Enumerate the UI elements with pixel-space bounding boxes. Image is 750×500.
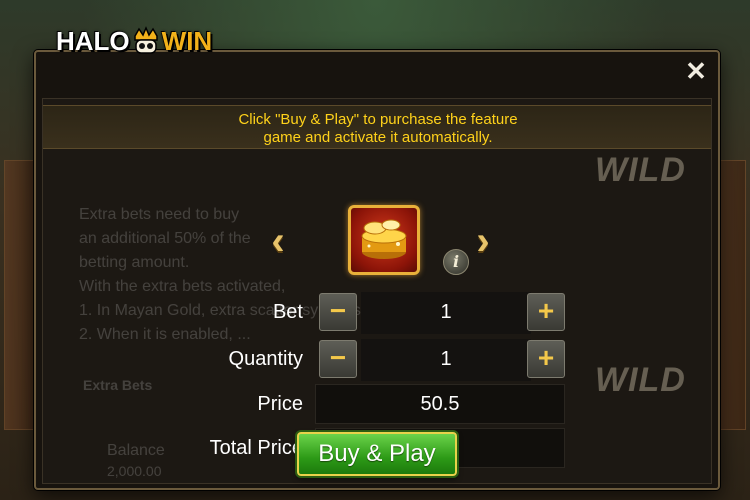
quantity-plus-button[interactable]: + [527,340,565,378]
bg-line-4: With the extra bets activated, [79,278,286,295]
total-price-label: Total Price [209,437,303,459]
next-feature-arrow[interactable]: › [473,221,493,261]
dialog-body: Extra bets need to buy an additional 50%… [42,98,712,484]
gold-coins-icon [361,219,407,259]
buy-feature-dialog: ✕ Extra bets need to buy an additional 5… [34,50,720,490]
logo-halo-text: HALO [56,25,130,56]
bet-value: 1 [361,292,531,334]
bet-plus-button[interactable]: + [527,293,565,331]
price-label: Price [257,393,303,415]
bg-balance-value: 2,000.00 [107,463,162,479]
buy-and-play-button[interactable]: Buy & Play [297,432,457,476]
bg-line-6: 2. When it is enabled, ... [79,326,251,343]
bet-label: Bet [272,301,303,323]
bg-line-1: Extra bets need to buy [79,206,240,223]
halowin-logo: HALO WIN [56,24,212,58]
faded-background-content: Extra bets need to buy an additional 50%… [43,99,711,483]
bg-wild-bottom: WILD [595,361,686,399]
bet-minus-button[interactable]: − [319,293,357,331]
notice-line-1: Click "Buy & Play" to purchase the featu… [238,111,518,128]
price-value: 50.5 [315,384,565,424]
bg-extra-bets: Extra Bets [83,377,153,393]
logo-win-text: WIN [161,25,213,56]
info-icon[interactable]: i [443,249,469,275]
bg-line-2: an additional 50% of the [79,230,251,247]
quantity-label: Quantity [228,348,303,370]
quantity-minus-button[interactable]: − [319,340,357,378]
purchase-notice: Click "Buy & Play" to purchase the featu… [43,105,711,149]
quantity-value: 1 [361,339,531,381]
bg-wild-top: WILD [595,151,686,189]
notice-line-2: game and activate it automatically. [263,129,493,146]
prev-feature-arrow[interactable]: ‹ [268,221,288,261]
bg-line-3: betting amount. [79,254,190,271]
feature-coins-card[interactable] [348,205,420,275]
crown-skull-icon [132,26,160,56]
close-icon[interactable]: ✕ [684,58,708,84]
